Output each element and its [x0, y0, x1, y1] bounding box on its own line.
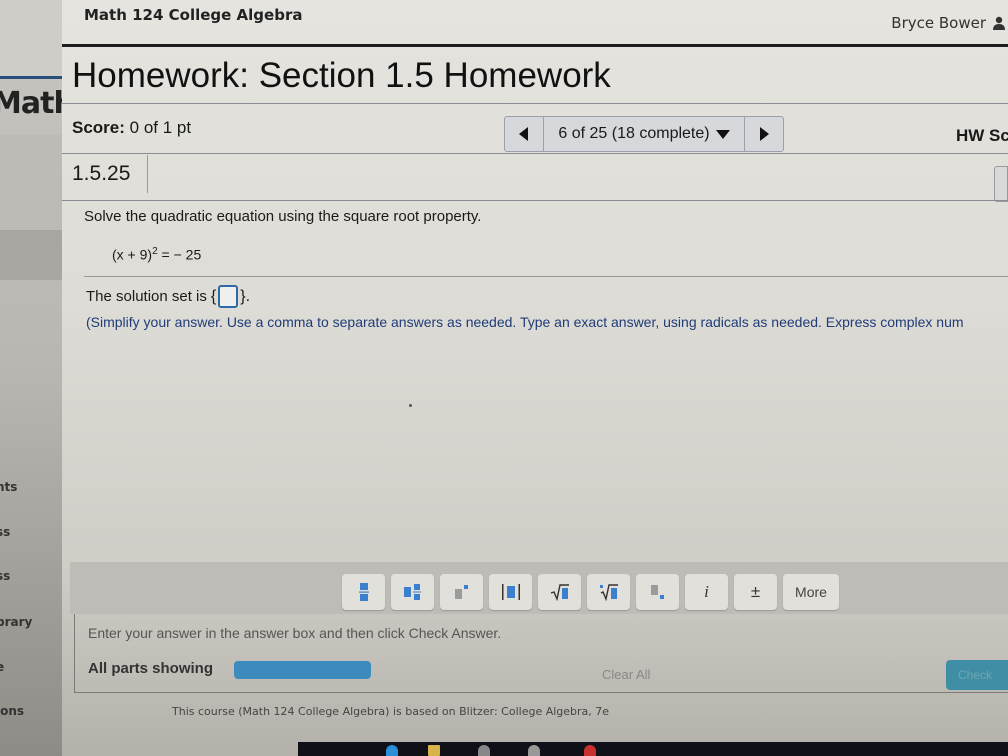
- hw-score-label: HW Sc: [956, 126, 1008, 145]
- footer-text: This course (Math 124 College Algebra) i…: [172, 705, 610, 718]
- brace-open: {: [210, 287, 217, 305]
- parts-progress-fill: [234, 661, 371, 679]
- nth-root-icon: [599, 584, 618, 601]
- question-number: 1.5.25: [64, 155, 148, 193]
- all-parts-label: All parts showing: [88, 660, 214, 677]
- sidebar-brand: Math: [0, 86, 62, 121]
- question-position: 6 of 25 (18 complete): [558, 125, 710, 142]
- divider: [62, 103, 1008, 104]
- more-button[interactable]: More: [783, 574, 839, 610]
- divider: [62, 200, 1008, 201]
- chrome-icon[interactable]: [584, 745, 596, 756]
- fraction-icon: [358, 583, 369, 601]
- header-divider: [62, 44, 1008, 47]
- check-answer-button[interactable]: Check: [946, 660, 1008, 690]
- score-value: 0 of 1 pt: [129, 118, 192, 137]
- course-title: Math 124 College Algebra: [84, 6, 303, 24]
- options-button[interactable]: [994, 166, 1008, 202]
- equation-rhs: = − 25: [157, 246, 202, 263]
- sidebar-item-assignments[interactable]: nts: [0, 480, 17, 494]
- triangle-right-icon: [760, 127, 769, 141]
- plus-minus-icon: ±: [750, 582, 761, 601]
- equation-base: (x + 9): [112, 246, 153, 263]
- fraction-button[interactable]: [342, 574, 385, 610]
- divider: [62, 153, 1008, 154]
- subscript-icon: [650, 585, 664, 599]
- search-icon[interactable]: [478, 745, 490, 756]
- question-prompt: Solve the quadratic equation using the s…: [84, 208, 482, 225]
- next-question-button[interactable]: [744, 117, 783, 151]
- homework-panel: Math 124 College Algebra Bryce Bower Hom…: [62, 0, 1008, 756]
- question-select[interactable]: 6 of 25 (18 complete): [544, 117, 744, 151]
- mixed-number-icon: [403, 584, 421, 600]
- plus-minus-button[interactable]: ±: [734, 574, 777, 610]
- divider: [84, 276, 1008, 277]
- edge-icon[interactable]: [386, 745, 398, 756]
- imaginary-i-icon: i: [704, 582, 709, 601]
- triangle-down-icon: [715, 130, 730, 139]
- page-title: Homework: Section 1.5 Homework: [72, 56, 611, 95]
- previous-question-button[interactable]: [505, 117, 544, 151]
- brace-close: }.: [240, 287, 251, 305]
- sidebar-band-active: [0, 230, 62, 280]
- answer-message: Enter your answer in the answer box and …: [88, 625, 502, 641]
- exponent-icon: [454, 585, 468, 599]
- nth-root-button[interactable]: [587, 574, 630, 610]
- math-toolbar: i ± More: [342, 574, 839, 610]
- answer-instructions: (Simplify your answer. Use a comma to se…: [86, 314, 964, 330]
- folder-icon[interactable]: [428, 745, 440, 756]
- cursor-dot: [409, 404, 412, 407]
- sidebar-header: [0, 0, 62, 79]
- store-icon[interactable]: [528, 745, 540, 756]
- question-navigator: 6 of 25 (18 complete): [504, 116, 784, 152]
- score-label: Score:: [72, 118, 125, 137]
- sidebar-item-e[interactable]: e: [0, 660, 4, 674]
- equation: (x + 9)2 = − 25: [112, 246, 201, 263]
- user-icon[interactable]: [992, 16, 1006, 30]
- square-root-button[interactable]: [538, 574, 581, 610]
- sidebar-item-library[interactable]: brary: [0, 615, 32, 629]
- absolute-value-button[interactable]: [489, 574, 532, 610]
- mixed-number-button[interactable]: [391, 574, 434, 610]
- exponent-button[interactable]: [440, 574, 483, 610]
- answer-input[interactable]: [218, 285, 239, 308]
- subscript-button[interactable]: [636, 574, 679, 610]
- taskbar: [298, 742, 1008, 756]
- sidebar-item-options[interactable]: ions: [0, 704, 24, 718]
- sidebar-item-progress-2[interactable]: ss: [0, 569, 10, 583]
- solution-prefix: The solution set is: [86, 288, 207, 305]
- user-name[interactable]: Bryce Bower: [891, 14, 986, 32]
- sidebar-item-progress-1[interactable]: ss: [0, 525, 10, 539]
- solution-line: The solution set is { }.: [86, 285, 250, 308]
- imaginary-i-button[interactable]: i: [685, 574, 728, 610]
- left-sidebar: Math nts ss ss brary e ions: [0, 0, 62, 756]
- absolute-value-icon: [501, 584, 520, 600]
- sidebar-band: [0, 135, 62, 245]
- clear-all-button[interactable]: Clear All: [602, 667, 650, 682]
- parts-progress-bar: [234, 661, 371, 679]
- triangle-left-icon: [519, 127, 528, 141]
- score: Score: 0 of 1 pt: [72, 118, 191, 138]
- square-root-icon: [550, 584, 569, 601]
